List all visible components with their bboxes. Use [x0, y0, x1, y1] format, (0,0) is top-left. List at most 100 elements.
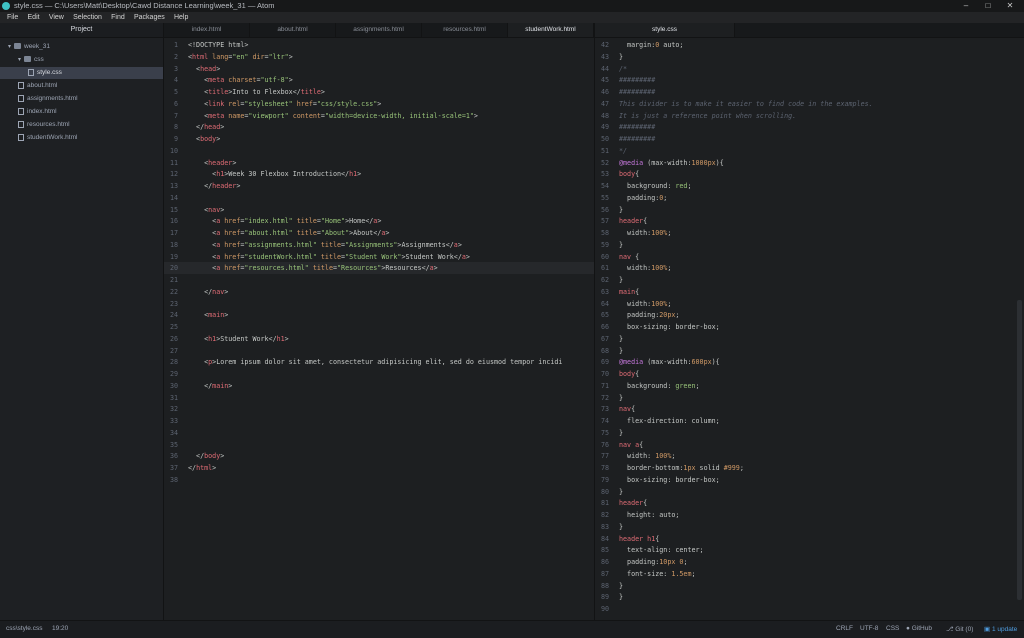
code-line[interactable]: 68} [595, 345, 1015, 357]
editor-tab[interactable]: resources.html [422, 23, 508, 37]
code-line[interactable]: 34 [164, 427, 594, 439]
menu-help[interactable]: Help [174, 12, 188, 23]
code-line[interactable]: 44 /* [595, 63, 1015, 75]
code-line[interactable]: 12 <h1>Week 30 Flexbox Introduction</h1> [164, 168, 594, 180]
menu-file[interactable]: File [7, 12, 18, 23]
code-line[interactable]: 85 text-align: center; [595, 544, 1015, 556]
code-line[interactable]: 22 </nav> [164, 286, 594, 298]
code-line[interactable]: 63 main{ [595, 286, 1015, 298]
code-line[interactable]: 88} [595, 580, 1015, 592]
code-line[interactable]: 55 padding:0; [595, 192, 1015, 204]
code-line[interactable]: 23 [164, 298, 594, 310]
code-line[interactable]: 13 </header> [164, 180, 594, 192]
code-line[interactable]: 83} [595, 521, 1015, 533]
cursor-position[interactable]: 19:20 [52, 625, 68, 632]
grammar[interactable]: CSS [886, 625, 899, 632]
code-line[interactable]: 25 [164, 321, 594, 333]
close-button[interactable]: ✕ [1002, 0, 1018, 12]
code-line[interactable]: 10 [164, 145, 594, 157]
code-line[interactable]: 80} [595, 486, 1015, 498]
code-line[interactable]: 5 <title>Into to Flexbox</title> [164, 86, 594, 98]
code-line[interactable]: 72} [595, 392, 1015, 404]
code-line[interactable]: 60 nav { [595, 251, 1015, 263]
code-line[interactable]: 24 <main> [164, 309, 594, 321]
code-line[interactable]: 6 <link rel="stylesheet" href="css/style… [164, 98, 594, 110]
code-line[interactable]: 32 [164, 403, 594, 415]
code-line[interactable]: 76 nav a{ [595, 439, 1015, 451]
code-line[interactable]: 7 <meta name="viewport" content="width=d… [164, 110, 594, 122]
code-line[interactable]: 52 @media (max-width:1000px){ [595, 157, 1015, 169]
code-line[interactable]: 69 @media (max-width:600px){ [595, 356, 1015, 368]
tree-item[interactable]: about.html [0, 80, 163, 92]
code-line[interactable]: 37 </html> [164, 462, 594, 474]
code-line[interactable]: 75} [595, 427, 1015, 439]
code-line[interactable]: 9 <body> [164, 133, 594, 145]
code-line[interactable]: 79 box-sizing: border-box; [595, 474, 1015, 486]
code-line[interactable]: 46 ######### [595, 86, 1015, 98]
code-line[interactable]: 61 width:100%; [595, 262, 1015, 274]
code-editor-left[interactable]: 1 <!DOCTYPE html> 2 <html lang="en" dir="lt… [164, 39, 594, 619]
code-line[interactable]: 48 It is just a reference point when scro… [595, 110, 1015, 122]
maximize-button[interactable]: □ [980, 0, 996, 12]
tree-item[interactable]: resources.html [0, 119, 163, 131]
code-line[interactable]: 81 header{ [595, 497, 1015, 509]
code-line[interactable]: 38 [164, 474, 594, 486]
code-line[interactable]: 77 width: 100%; [595, 450, 1015, 462]
menu-view[interactable]: View [49, 12, 64, 23]
editor-tab[interactable]: about.html [250, 23, 336, 37]
code-line[interactable]: 8 </head> [164, 121, 594, 133]
code-line[interactable]: 15 <nav> [164, 204, 594, 216]
code-line[interactable]: 14 [164, 192, 594, 204]
code-line[interactable]: 73 nav{ [595, 403, 1015, 415]
code-line[interactable]: 56} [595, 204, 1015, 216]
code-line[interactable]: 57 header{ [595, 215, 1015, 227]
code-line[interactable]: 3 <head> [164, 63, 594, 75]
line-ending[interactable]: CRLF [836, 625, 853, 632]
code-line[interactable]: 1 <!DOCTYPE html> [164, 39, 594, 51]
code-line[interactable]: 16 <a href="index.html" title="Home">Hom… [164, 215, 594, 227]
editor-tab[interactable]: studentWork.html [508, 23, 594, 37]
code-line[interactable]: 43} [595, 51, 1015, 63]
code-line[interactable]: 74 flex-direction: column; [595, 415, 1015, 427]
code-line[interactable]: 19 <a href="studentWork.html" title="Stu… [164, 251, 594, 263]
encoding[interactable]: UTF-8 [860, 625, 878, 632]
code-line[interactable]: 17 <a href="about.html" title="About">Ab… [164, 227, 594, 239]
code-line[interactable]: 89} [595, 591, 1015, 603]
minimize-button[interactable]: – [958, 0, 974, 12]
editor-tab[interactable]: style.css [595, 23, 735, 37]
update-button[interactable]: ▣ 1 update [984, 625, 1017, 633]
code-line[interactable]: 64 width:100%; [595, 298, 1015, 310]
code-line[interactable]: 21 [164, 274, 594, 286]
code-line[interactable]: 18 <a href="assignments.html" title="Ass… [164, 239, 594, 251]
code-line[interactable]: 28 <p>Lorem ipsum dolor sit amet, consec… [164, 356, 594, 368]
code-line[interactable]: 67} [595, 333, 1015, 345]
git-button[interactable]: ⎇ Git (0) [946, 625, 973, 633]
code-line[interactable]: 4 <meta charset="utf-8"> [164, 74, 594, 86]
code-line[interactable]: 90 [595, 603, 1015, 615]
code-line[interactable]: 2 <html lang="en" dir="ltr"> [164, 51, 594, 63]
vertical-scrollbar[interactable] [1017, 300, 1022, 600]
code-line[interactable]: 86 padding:10px 0; [595, 556, 1015, 568]
menu-packages[interactable]: Packages [134, 12, 165, 23]
code-line[interactable]: 66 box-sizing: border-box; [595, 321, 1015, 333]
tree-item[interactable]: style.css [0, 67, 163, 79]
code-line[interactable]: 51 */ [595, 145, 1015, 157]
code-line[interactable]: 47 This divider is to make it easier to f… [595, 98, 1015, 110]
tree-item[interactable]: index.html [0, 106, 163, 118]
code-line[interactable]: 87 font-size: 1.5em; [595, 568, 1015, 580]
code-line[interactable]: 27 [164, 345, 594, 357]
code-line[interactable]: 82 height: auto; [595, 509, 1015, 521]
code-line[interactable]: 11 <header> [164, 157, 594, 169]
code-line[interactable]: 53 body{ [595, 168, 1015, 180]
code-line[interactable]: 70 body{ [595, 368, 1015, 380]
code-line[interactable]: 71 background: green; [595, 380, 1015, 392]
code-line[interactable]: 54 background: red; [595, 180, 1015, 192]
code-line[interactable]: 59} [595, 239, 1015, 251]
code-line[interactable]: 58 width:100%; [595, 227, 1015, 239]
editor-tab[interactable]: assignments.html [336, 23, 422, 37]
code-line[interactable]: 26 <h1>Student Work</h1> [164, 333, 594, 345]
code-line[interactable]: 45 ######### [595, 74, 1015, 86]
code-line[interactable]: 20 <a href="resources.html" title="Resou… [164, 262, 594, 275]
code-line[interactable]: 50 ######### [595, 133, 1015, 145]
tree-item[interactable]: studentWork.html [0, 132, 163, 144]
